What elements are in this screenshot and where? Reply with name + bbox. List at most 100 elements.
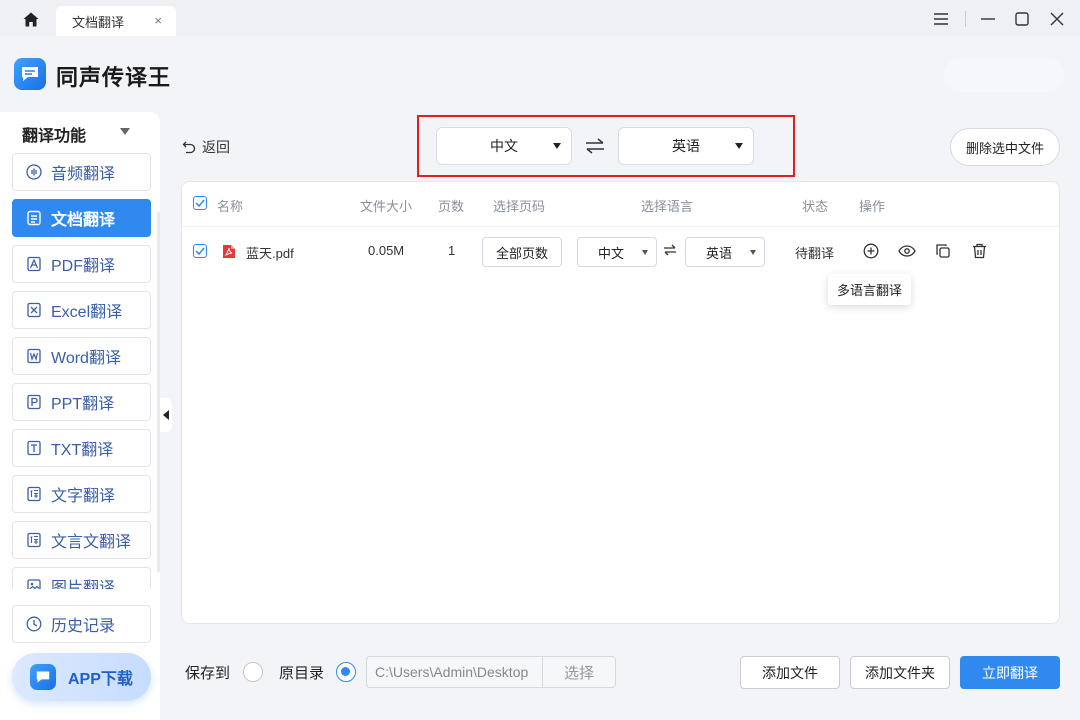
document-icon — [25, 209, 43, 227]
header-pages: 页数 — [438, 199, 465, 214]
dropdown-arrow-icon — [553, 143, 561, 149]
ppt-icon — [25, 393, 43, 411]
app-name: 同声传译王 — [56, 65, 172, 90]
sidebar-item-image[interactable]: 图片翻译 — [12, 567, 151, 589]
trash-icon[interactable] — [970, 242, 988, 260]
delete-selected-button[interactable]: 删除选中文件 — [950, 128, 1060, 166]
translate-now-button[interactable]: 立即翻译 — [960, 656, 1060, 689]
clock-icon — [25, 615, 43, 633]
sidebar-item-history[interactable]: 历史记录 — [12, 605, 151, 643]
tab-close-icon[interactable]: × — [154, 14, 162, 28]
select-all-checkbox[interactable] — [193, 196, 207, 210]
file-pages: 1 — [448, 243, 456, 258]
swap-languages-icon[interactable] — [584, 136, 606, 156]
row-target-language-select[interactable]: 英语 — [685, 237, 765, 267]
sidebar-item-label: Excel翻译 — [51, 304, 123, 321]
swap-icon[interactable] — [663, 244, 677, 259]
target-language-value: 英语 — [672, 138, 700, 154]
header-status: 状态 — [802, 199, 829, 214]
sidebar-item-label: PPT翻译 — [51, 396, 115, 413]
title-bar: 文档翻译 × — [0, 0, 1080, 36]
sidebar-scrollbar[interactable] — [157, 212, 160, 572]
close-window-icon[interactable] — [1045, 8, 1069, 30]
app-logo-icon — [30, 664, 56, 690]
header-user-area[interactable] — [944, 58, 1064, 92]
row-checkbox[interactable] — [193, 244, 207, 258]
sidebar-item-label: 文言文翻译 — [51, 534, 132, 551]
file-name: 蓝天.pdf — [246, 246, 294, 261]
sidebar-item-text-translate[interactable]: 文字翻译 — [12, 475, 151, 513]
multi-language-add-icon[interactable] — [862, 242, 880, 260]
sidebar-item-document[interactable]: 文档翻译 — [12, 199, 151, 237]
header-language-select: 选择语言 — [641, 199, 694, 214]
titlebar-divider — [965, 11, 966, 27]
dropdown-arrow-icon — [735, 143, 743, 149]
chevron-down-icon[interactable] — [120, 128, 130, 135]
back-label: 返回 — [202, 139, 230, 155]
preview-eye-icon[interactable] — [898, 242, 916, 260]
sidebar-item-classical-chinese[interactable]: 文言文翻译 — [12, 521, 151, 559]
add-file-button[interactable]: 添加文件 — [740, 656, 840, 689]
sidebar-item-word[interactable]: Word翻译 — [12, 337, 151, 375]
save-to-custom-radio[interactable] — [243, 662, 263, 682]
image-icon — [25, 577, 43, 589]
add-folder-button[interactable]: 添加文件夹 — [850, 656, 950, 689]
maximize-icon[interactable] — [1010, 8, 1034, 30]
sidebar-list: 音频翻译 文档翻译 PDF翻译 Excel翻译 Word翻译 PPT翻译 TXT… — [12, 153, 151, 589]
sidebar-item-label: 历史记录 — [51, 618, 116, 635]
app-download-label: APP下载 — [68, 671, 133, 688]
row-source-language-select[interactable]: 中文 — [577, 237, 657, 267]
pdf-icon — [25, 255, 43, 273]
sidebar-title: 翻译功能 — [22, 128, 87, 145]
copy-icon[interactable] — [934, 242, 952, 260]
row-target-language-value: 英语 — [705, 245, 732, 261]
sidebar-item-excel[interactable]: Excel翻译 — [12, 291, 151, 329]
page-range-button[interactable]: 全部页数 — [482, 237, 562, 267]
sidebar-item-label: 文字翻译 — [51, 488, 116, 505]
txt-icon — [25, 439, 43, 457]
pdf-file-icon — [222, 244, 236, 262]
save-to-label: 保存到 — [185, 665, 231, 682]
excel-icon — [25, 301, 43, 319]
sidebar-item-txt[interactable]: TXT翻译 — [12, 429, 151, 467]
app-header: 同声传译王 — [0, 36, 1080, 112]
file-size: 0.05M — [368, 243, 405, 258]
sidebar-item-label: PDF翻译 — [51, 258, 116, 275]
target-language-select[interactable]: 英语 — [618, 127, 754, 165]
sidebar-item-label: 文档翻译 — [51, 212, 116, 229]
sidebar-item-pdf[interactable]: PDF翻译 — [12, 245, 151, 283]
source-language-select[interactable]: 中文 — [436, 127, 572, 165]
output-path-input[interactable] — [366, 656, 542, 688]
back-arrow-icon — [182, 141, 196, 154]
header-name: 名称 — [217, 199, 244, 214]
app-logo-icon — [14, 58, 46, 90]
menu-icon[interactable] — [929, 8, 953, 30]
text-translate-icon — [25, 485, 43, 503]
sidebar-item-label: Word翻译 — [51, 350, 121, 367]
row-source-language-value: 中文 — [597, 245, 624, 261]
audio-icon — [25, 163, 43, 181]
tab-document-translate[interactable]: 文档翻译 × — [56, 6, 176, 36]
home-icon[interactable] — [18, 8, 44, 30]
app-download-button[interactable]: APP下载 — [12, 653, 151, 701]
sidebar-item-label: 图片翻译 — [51, 580, 116, 589]
classical-chinese-icon — [25, 531, 43, 549]
collapse-sidebar-icon[interactable] — [160, 398, 172, 432]
minimize-icon[interactable] — [976, 8, 1000, 30]
sidebar-item-ppt[interactable]: PPT翻译 — [12, 383, 151, 421]
sidebar-item-label: 音频翻译 — [51, 166, 116, 183]
file-status: 待翻译 — [795, 246, 835, 261]
header-divider — [182, 226, 1059, 227]
header-actions: 操作 — [859, 199, 886, 214]
choose-folder-button[interactable]: 选择 — [542, 656, 616, 688]
sidebar: 翻译功能 音频翻译 文档翻译 PDF翻译 Excel翻译 Word翻译 PPT翻… — [0, 112, 160, 720]
file-table: 名称 文件大小 页数 选择页码 选择语言 状态 操作 蓝天.pdf 0.05M … — [181, 181, 1060, 624]
back-button[interactable]: 返回 — [182, 137, 230, 157]
original-directory-radio[interactable] — [336, 662, 356, 682]
dropdown-arrow-icon — [642, 250, 648, 255]
multi-language-tooltip: 多语言翻译 — [828, 274, 911, 305]
sidebar-item-label: TXT翻译 — [51, 442, 114, 459]
source-language-value: 中文 — [490, 138, 518, 154]
tab-label: 文档翻译 — [72, 14, 125, 30]
sidebar-item-audio[interactable]: 音频翻译 — [12, 153, 151, 191]
